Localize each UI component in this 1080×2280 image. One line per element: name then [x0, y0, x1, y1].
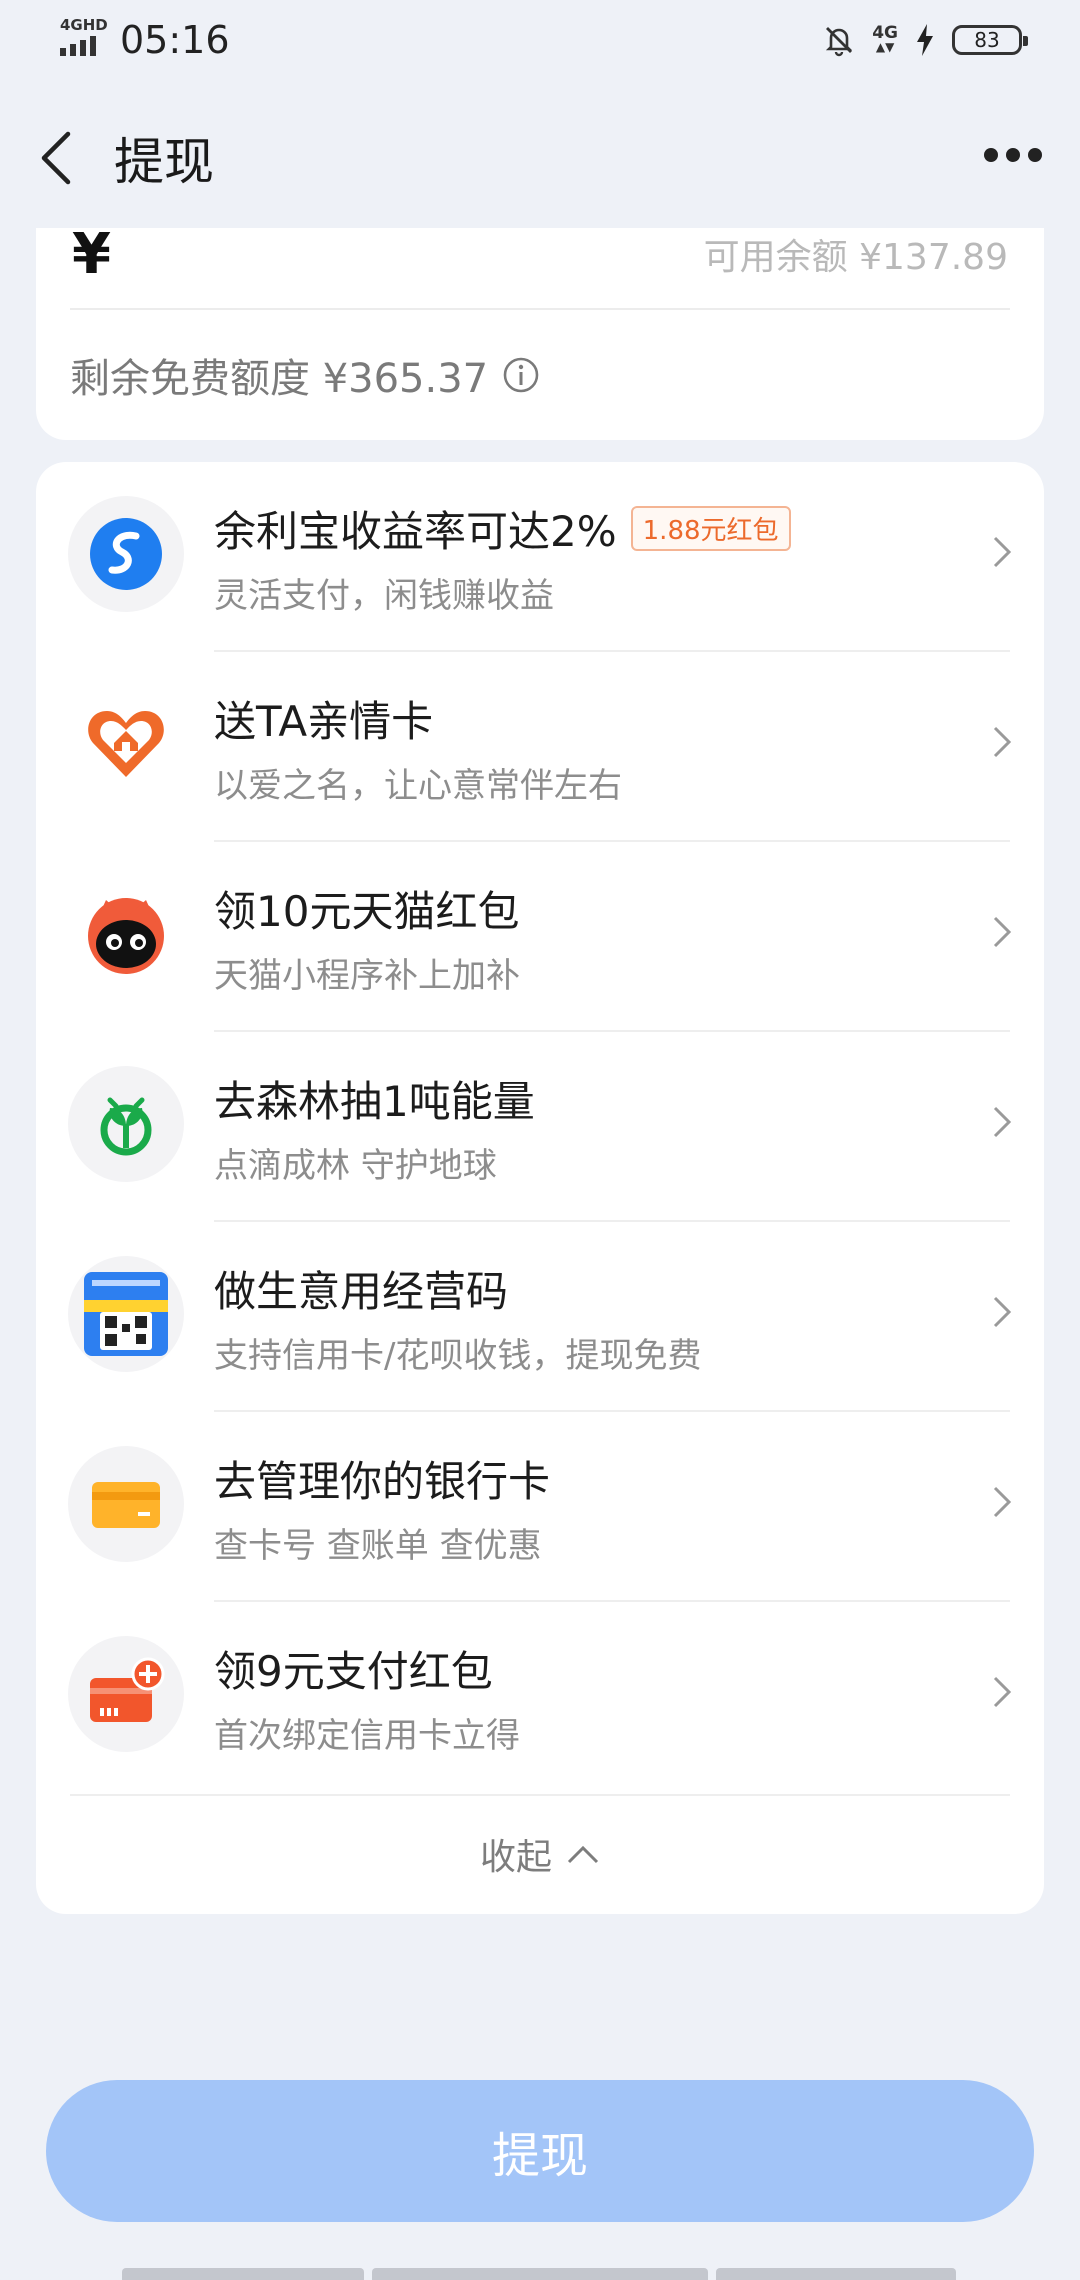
list-item-subtitle: 查卡号 查账单 查优惠: [214, 1526, 542, 1566]
list-item-bank-card[interactable]: 去管理你的银行卡 查卡号 查账单 查优惠: [36, 1412, 1044, 1602]
free-quota-text: 剩余免费额度 ¥365.37: [70, 356, 489, 402]
list-item-title: 送TA亲情卡: [214, 697, 434, 746]
more-icon[interactable]: [984, 148, 1042, 162]
list-item-tmall[interactable]: 领10元天猫红包 天猫小程序补上加补: [36, 842, 1044, 1032]
collapse-label: 收起: [479, 1837, 552, 1878]
list-item-subtitle: 点滴成林 守护地球: [214, 1146, 497, 1186]
bank-card-icon: [68, 1446, 184, 1562]
chevron-right-icon: [993, 1106, 1012, 1138]
list-item-title: 做生意用经营码: [214, 1267, 509, 1316]
yulibao-icon: [68, 496, 184, 612]
chevron-right-icon: [993, 726, 1012, 758]
nav-bar: 提现: [0, 100, 1080, 210]
signal-icon: 4GHD: [58, 16, 108, 60]
info-icon[interactable]: [502, 356, 540, 394]
battery-level: 83: [974, 28, 1000, 52]
available-balance: 可用余额 ¥137.89: [703, 237, 1008, 278]
list-item-subtitle: 以爱之名，让心意常伴左右: [214, 766, 622, 806]
page-title: 提现: [114, 133, 214, 191]
list-item-family-card[interactable]: 送TA亲情卡 以爱之名，让心意常伴左右: [36, 652, 1044, 842]
tmall-icon: [68, 876, 184, 992]
status-bar: 4GHD 05:16 4G ▲▼ 83: [0, 0, 1080, 80]
list-item-title: 去森林抽1吨能量: [214, 1077, 535, 1126]
network-label: 4GHD: [60, 16, 108, 34]
divider: [70, 308, 1010, 310]
divider: [70, 1794, 1010, 1796]
bottom-bar-segment: [716, 2268, 956, 2280]
network-type: 4G ▲▼: [872, 23, 898, 55]
bottom-bar-segment: [122, 2268, 364, 2280]
list-item-yulibao[interactable]: 余利宝收益率可达2% 1.88元红包 灵活支付，闲钱赚收益: [36, 462, 1044, 652]
charging-icon: [917, 24, 933, 56]
free-quota: 剩余免费额度 ¥365.37: [70, 346, 540, 404]
forest-icon: [68, 1066, 184, 1182]
list-item-title: 余利宝收益率可达2% 1.88元红包: [214, 498, 791, 559]
currency-symbol: ¥: [72, 222, 111, 287]
chevron-right-icon: [993, 1486, 1012, 1518]
list-item-credit-card-red-packet[interactable]: 领9元支付红包 首次绑定信用卡立得: [36, 1602, 1044, 1792]
chevron-right-icon: [993, 916, 1012, 948]
battery-icon: 83: [952, 25, 1028, 55]
chevron-up-icon: [567, 1845, 599, 1864]
balance-card: ¥ 可用余额 ¥137.89 剩余免费额度 ¥365.37: [36, 222, 1044, 440]
withdraw-button[interactable]: 提现: [46, 2080, 1034, 2222]
services-card: 余利宝收益率可达2% 1.88元红包 灵活支付，闲钱赚收益 送TA亲情卡 以爱之…: [36, 462, 1044, 1914]
mute-bell-icon: [826, 27, 853, 57]
business-qr-icon: [68, 1256, 184, 1372]
list-item-business-code[interactable]: 做生意用经营码 支持信用卡/花呗收钱，提现免费: [36, 1222, 1044, 1412]
list-item-subtitle: 天猫小程序补上加补: [214, 956, 520, 996]
list-item-subtitle: 支持信用卡/花呗收钱，提现免费: [214, 1336, 702, 1376]
bottom-bar-segment: [372, 2268, 708, 2280]
list-item-subtitle: 灵活支付，闲钱赚收益: [214, 576, 554, 616]
list-item-subtitle: 首次绑定信用卡立得: [214, 1716, 520, 1756]
list-item-title: 领10元天猫红包: [214, 887, 520, 936]
list-item-forest[interactable]: 去森林抽1吨能量 点滴成林 守护地球: [36, 1032, 1044, 1222]
back-arrow-icon[interactable]: [36, 128, 80, 188]
chevron-right-icon: [993, 1296, 1012, 1328]
list-item-title: 去管理你的银行卡: [214, 1457, 551, 1506]
family-card-icon: [68, 686, 184, 802]
list-item-title: 领9元支付红包: [214, 1647, 493, 1696]
collapse-button[interactable]: 收起: [36, 1828, 1044, 1880]
chevron-right-icon: [993, 536, 1012, 568]
status-time: 05:16: [120, 18, 230, 62]
credit-card-add-icon: [68, 1636, 184, 1752]
chevron-right-icon: [993, 1676, 1012, 1708]
red-packet-badge: 1.88元红包: [630, 506, 791, 551]
